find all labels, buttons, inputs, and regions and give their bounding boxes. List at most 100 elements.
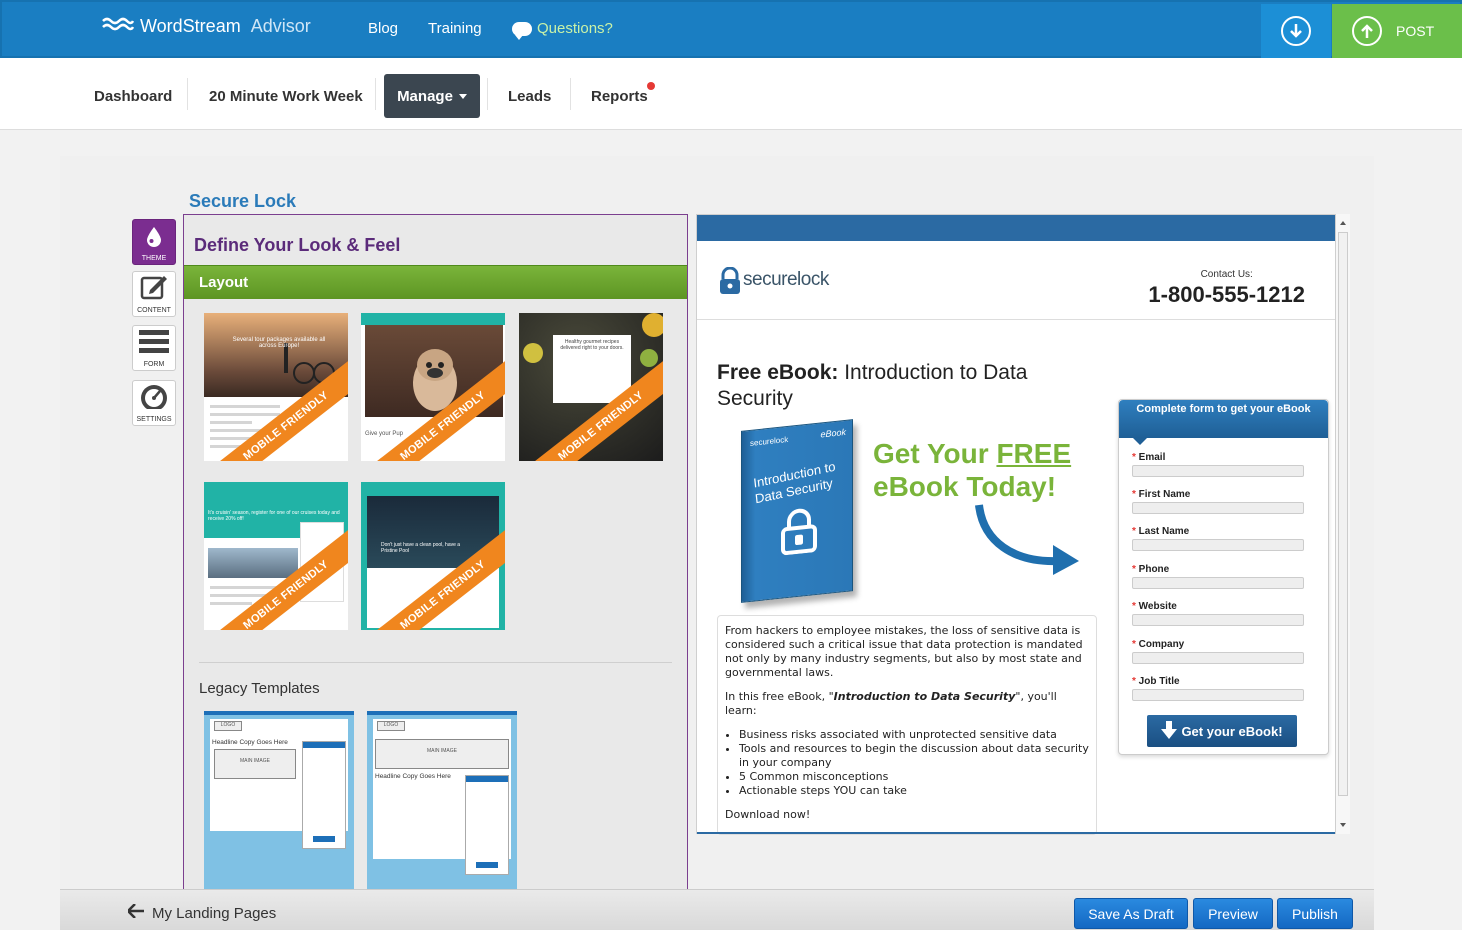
download-button[interactable] — [1261, 4, 1331, 58]
mobile-friendly-ribbon: MOBILE FRIENDLY — [204, 354, 348, 461]
form-icon — [139, 328, 169, 358]
nav-reports[interactable]: Reports — [591, 88, 648, 105]
download-circle-icon — [1281, 16, 1311, 46]
legacy-template-thumbnail[interactable]: LOGO MAIN IMAGE Headline Copy Goes Here — [367, 711, 517, 891]
arrow-down-icon — [1161, 720, 1178, 742]
first-name-field: * First Name — [1132, 489, 1304, 514]
securelock-logo: securelock — [717, 266, 829, 294]
cta-line-1: Get Your — [873, 438, 997, 469]
last-name-input[interactable] — [1132, 539, 1304, 551]
upload-circle-icon — [1352, 16, 1382, 46]
preview-button[interactable]: Preview — [1193, 898, 1273, 929]
email-input[interactable] — [1132, 465, 1304, 477]
ribbon-wrapper: MOBILE FRIENDLY — [204, 313, 348, 461]
layout-section-header[interactable]: Layout — [184, 265, 687, 299]
wordstream-waves-icon — [102, 17, 135, 37]
preview-bottom-bar — [697, 832, 1335, 834]
field-label: Company — [1138, 639, 1185, 650]
scroll-thumb[interactable] — [1338, 232, 1348, 796]
download-text: Download now! — [725, 808, 811, 821]
tab-form[interactable]: FORM — [132, 325, 176, 371]
nav-manage-dropdown[interactable]: Manage — [384, 74, 480, 118]
book-logo: securelock — [750, 434, 789, 448]
template-thumbnail[interactable]: Healthy gourmet recipes delivered right … — [519, 313, 663, 461]
lock-icon — [717, 266, 741, 294]
nav-divider — [187, 78, 188, 110]
cta-free: FREE — [996, 438, 1072, 469]
curved-arrow-icon — [975, 504, 1079, 575]
legacy-form-header — [466, 776, 508, 782]
website-input[interactable] — [1132, 614, 1304, 626]
legacy-headline: Headline Copy Goes Here — [212, 739, 288, 746]
back-to-landing-pages[interactable]: My Landing Pages — [126, 903, 277, 922]
legacy-main-image: MAIN IMAGE — [375, 739, 509, 769]
first-name-input[interactable] — [1132, 502, 1304, 514]
footer-bar: My Landing Pages Save As Draft Preview P… — [60, 889, 1374, 930]
preview-body-text: From hackers to employee mistakes, the l… — [717, 615, 1097, 835]
gauge-icon — [139, 383, 169, 413]
para2-start: In this free eBook, " — [725, 690, 834, 703]
mobile-friendly-ribbon: MOBILE FRIENDLY — [361, 354, 505, 461]
template-thumbnail[interactable]: Give your Pup MOBILE FRIENDLY — [361, 313, 505, 461]
bullet-item: Tools and resources to begin the discuss… — [739, 742, 1089, 770]
save-as-draft-button[interactable]: Save As Draft — [1074, 898, 1188, 929]
publish-button[interactable]: Publish — [1277, 898, 1353, 929]
chat-bubble-icon — [512, 21, 532, 40]
ribbon-wrapper: MOBILE FRIENDLY — [361, 482, 505, 630]
wordstream-logo[interactable]: WordStream Advisor — [102, 16, 311, 37]
preview-top-bar — [697, 215, 1335, 241]
edit-icon — [140, 274, 168, 304]
post-button[interactable]: POST — [1332, 4, 1462, 58]
legacy-top-bar — [204, 711, 354, 715]
book-tag: eBook — [820, 426, 846, 440]
phone-input[interactable] — [1132, 577, 1304, 589]
tab-settings[interactable]: SETTINGS — [132, 380, 176, 426]
preview-headline: Free eBook: Introduction to Data Securit… — [717, 360, 1057, 412]
nav-divider — [570, 78, 571, 110]
arrow-left-icon — [126, 903, 144, 922]
body-paragraph: From hackers to employee mistakes, the l… — [725, 624, 1083, 679]
job-title-input[interactable] — [1132, 689, 1304, 701]
contact-label: Contact Us: — [1200, 269, 1253, 280]
scroll-down-icon[interactable] — [1340, 823, 1346, 827]
preview-scrollbar[interactable] — [1336, 214, 1350, 834]
securelock-wordmark: securelock — [743, 269, 829, 290]
last-name-field: * Last Name — [1132, 526, 1304, 551]
get-ebook-button[interactable]: Get your eBook! — [1147, 715, 1297, 747]
nav-dashboard[interactable]: Dashboard — [94, 88, 172, 105]
template-thumbnail[interactable]: Don't just have a clean pool, have a Pri… — [361, 482, 505, 630]
para2-title: Introduction to Data Security — [833, 690, 1016, 703]
bullet-list: Business risks associated with unprotect… — [739, 728, 1089, 798]
brand-name: WordStream — [140, 16, 241, 36]
legacy-templates-heading: Legacy Templates — [199, 680, 320, 697]
tab-theme[interactable]: THEME — [132, 219, 176, 265]
tab-content[interactable]: CONTENT — [132, 271, 176, 317]
nav-questions[interactable]: Questions? — [512, 20, 613, 40]
template-thumbnail[interactable]: Several tour packages available all acro… — [204, 313, 348, 461]
company-field: * Company — [1132, 639, 1304, 664]
legacy-form-button — [476, 862, 498, 868]
legacy-form — [302, 741, 346, 849]
field-label: Email — [1138, 452, 1166, 463]
legacy-form-button — [313, 836, 335, 842]
legacy-template-thumbnail[interactable]: LOGO Headline Copy Goes Here MAIN IMAGE — [204, 711, 354, 891]
nav-leads[interactable]: Leads — [508, 88, 551, 105]
back-label: My Landing Pages — [152, 904, 277, 922]
field-label: Website — [1138, 601, 1177, 612]
legacy-logo-label: LOGO — [383, 722, 399, 728]
bullet-item: Actionable steps YOU can take — [739, 784, 1089, 798]
questions-label: Questions? — [537, 20, 613, 37]
field-label: Job Title — [1138, 676, 1180, 687]
scroll-up-icon[interactable] — [1340, 221, 1346, 225]
legacy-logo-label: LOGO — [220, 722, 236, 728]
template-thumbnail[interactable]: It's cruisin' season, register for one o… — [204, 482, 348, 630]
nav-training[interactable]: Training — [428, 20, 482, 37]
bullet-item: 5 Common misconceptions — [739, 770, 1089, 784]
email-field: * Email — [1132, 452, 1304, 477]
legacy-top-bar — [367, 711, 517, 715]
company-input[interactable] — [1132, 652, 1304, 664]
legacy-main-image-label: MAIN IMAGE — [239, 758, 270, 764]
nav-20-minute-work-week[interactable]: 20 Minute Work Week — [209, 88, 363, 105]
preview-divider — [697, 319, 1335, 320]
nav-blog[interactable]: Blog — [368, 20, 398, 37]
